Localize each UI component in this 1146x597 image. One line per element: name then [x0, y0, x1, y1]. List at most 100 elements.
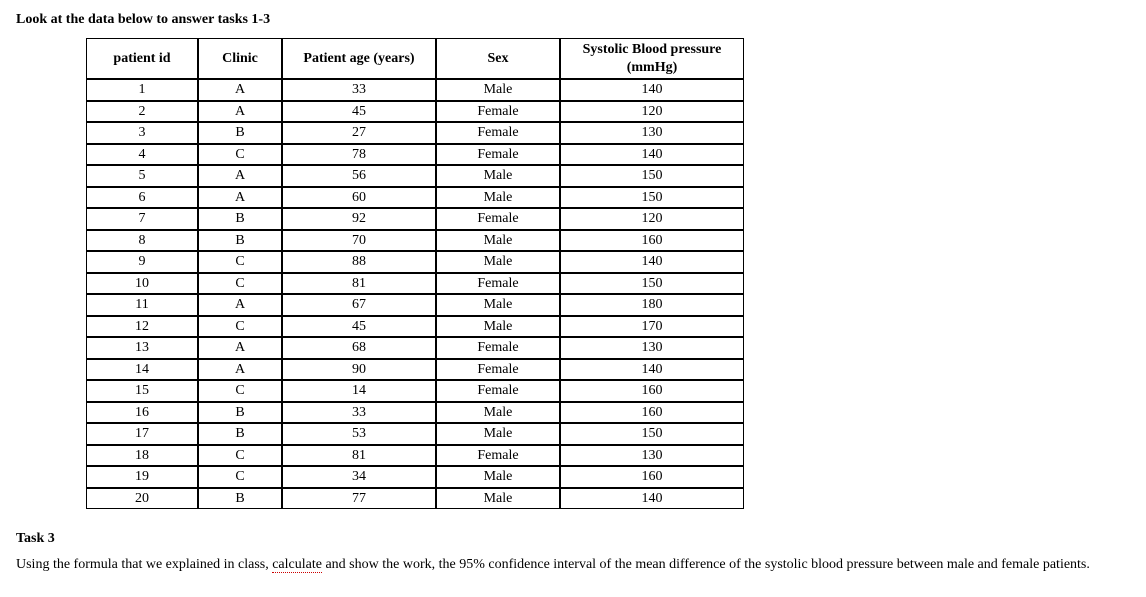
table-cell-bp: 140	[560, 359, 744, 381]
table-cell-clinic: A	[198, 101, 282, 123]
table-cell-bp: 120	[560, 208, 744, 230]
table-cell-age: 68	[282, 337, 436, 359]
table-cell-clinic: B	[198, 230, 282, 252]
table-cell-age: 70	[282, 230, 436, 252]
table-cell-sex: Male	[436, 316, 560, 338]
table-cell-sex: Female	[436, 337, 560, 359]
table-cell-clinic: B	[198, 122, 282, 144]
table-cell-id: 16	[86, 402, 198, 424]
table-cell-age: 45	[282, 316, 436, 338]
table-row: 11A67Male180	[86, 294, 744, 316]
table-cell-sex: Male	[436, 165, 560, 187]
table-row: 8B70Male160	[86, 230, 744, 252]
table-cell-age: 53	[282, 423, 436, 445]
table-cell-age: 60	[282, 187, 436, 209]
table-cell-bp: 180	[560, 294, 744, 316]
table-cell-bp: 130	[560, 337, 744, 359]
table-row: 17B53Male150	[86, 423, 744, 445]
table-cell-age: 81	[282, 273, 436, 295]
table-cell-id: 7	[86, 208, 198, 230]
table-cell-sex: Male	[436, 79, 560, 101]
table-cell-id: 8	[86, 230, 198, 252]
table-cell-bp: 120	[560, 101, 744, 123]
table-cell-bp: 140	[560, 79, 744, 101]
table-cell-sex: Female	[436, 359, 560, 381]
table-cell-bp: 140	[560, 144, 744, 166]
table-cell-id: 13	[86, 337, 198, 359]
table-cell-clinic: B	[198, 423, 282, 445]
table-row: 5A56Male150	[86, 165, 744, 187]
table-row: 2A45Female120	[86, 101, 744, 123]
table-cell-id: 15	[86, 380, 198, 402]
patient-table-wrapper: patient id Clinic Patient age (years) Se…	[86, 38, 1130, 509]
table-cell-bp: 170	[560, 316, 744, 338]
column-header-bp-line1: Systolic Blood pressure	[583, 42, 722, 57]
table-cell-clinic: C	[198, 316, 282, 338]
table-row: 13A68Female130	[86, 337, 744, 359]
table-cell-age: 90	[282, 359, 436, 381]
column-header-clinic: Clinic	[198, 38, 282, 79]
table-cell-bp: 150	[560, 273, 744, 295]
table-cell-age: 67	[282, 294, 436, 316]
table-cell-id: 3	[86, 122, 198, 144]
table-cell-bp: 140	[560, 488, 744, 510]
table-cell-clinic: B	[198, 402, 282, 424]
table-cell-sex: Male	[436, 423, 560, 445]
table-cell-bp: 160	[560, 230, 744, 252]
table-row: 18C81Female130	[86, 445, 744, 467]
task-calculate-word: calculate	[272, 557, 322, 573]
table-header-row: patient id Clinic Patient age (years) Se…	[86, 38, 744, 79]
table-cell-age: 34	[282, 466, 436, 488]
table-cell-clinic: A	[198, 187, 282, 209]
table-cell-sex: Male	[436, 187, 560, 209]
table-cell-clinic: C	[198, 251, 282, 273]
table-cell-bp: 140	[560, 251, 744, 273]
table-cell-clinic: C	[198, 466, 282, 488]
column-header-patient-id: patient id	[86, 38, 198, 79]
table-cell-sex: Male	[436, 402, 560, 424]
table-cell-sex: Female	[436, 380, 560, 402]
table-cell-sex: Female	[436, 208, 560, 230]
table-cell-age: 14	[282, 380, 436, 402]
table-cell-id: 14	[86, 359, 198, 381]
table-cell-id: 2	[86, 101, 198, 123]
table-cell-clinic: B	[198, 488, 282, 510]
table-cell-id: 12	[86, 316, 198, 338]
table-cell-clinic: B	[198, 208, 282, 230]
task-desc-prefix: Using the formula that we explained in c…	[16, 557, 272, 572]
table-row: 3B27Female130	[86, 122, 744, 144]
patient-table-body: 1A33Male1402A45Female1203B27Female1304C7…	[86, 79, 744, 509]
table-cell-clinic: A	[198, 294, 282, 316]
table-cell-age: 56	[282, 165, 436, 187]
table-row: 9C88Male140	[86, 251, 744, 273]
patient-table: patient id Clinic Patient age (years) Se…	[86, 38, 744, 509]
table-row: 10C81Female150	[86, 273, 744, 295]
table-cell-sex: Male	[436, 488, 560, 510]
table-cell-age: 92	[282, 208, 436, 230]
table-cell-bp: 130	[560, 445, 744, 467]
table-cell-sex: Male	[436, 251, 560, 273]
table-cell-age: 77	[282, 488, 436, 510]
table-cell-clinic: A	[198, 165, 282, 187]
table-cell-bp: 130	[560, 122, 744, 144]
table-cell-id: 20	[86, 488, 198, 510]
table-cell-id: 4	[86, 144, 198, 166]
table-cell-clinic: C	[198, 380, 282, 402]
table-cell-id: 10	[86, 273, 198, 295]
table-row: 14A90Female140	[86, 359, 744, 381]
table-cell-sex: Female	[436, 122, 560, 144]
table-cell-bp: 150	[560, 423, 744, 445]
table-row: 12C45Male170	[86, 316, 744, 338]
table-cell-clinic: A	[198, 79, 282, 101]
table-cell-age: 78	[282, 144, 436, 166]
table-cell-id: 19	[86, 466, 198, 488]
table-cell-clinic: C	[198, 445, 282, 467]
table-row: 20B77Male140	[86, 488, 744, 510]
column-header-bp: Systolic Blood pressure (mmHg)	[560, 38, 744, 79]
table-cell-age: 45	[282, 101, 436, 123]
table-cell-id: 18	[86, 445, 198, 467]
table-cell-id: 5	[86, 165, 198, 187]
table-cell-bp: 150	[560, 187, 744, 209]
table-cell-age: 81	[282, 445, 436, 467]
column-header-bp-line2: (mmHg)	[627, 60, 678, 75]
